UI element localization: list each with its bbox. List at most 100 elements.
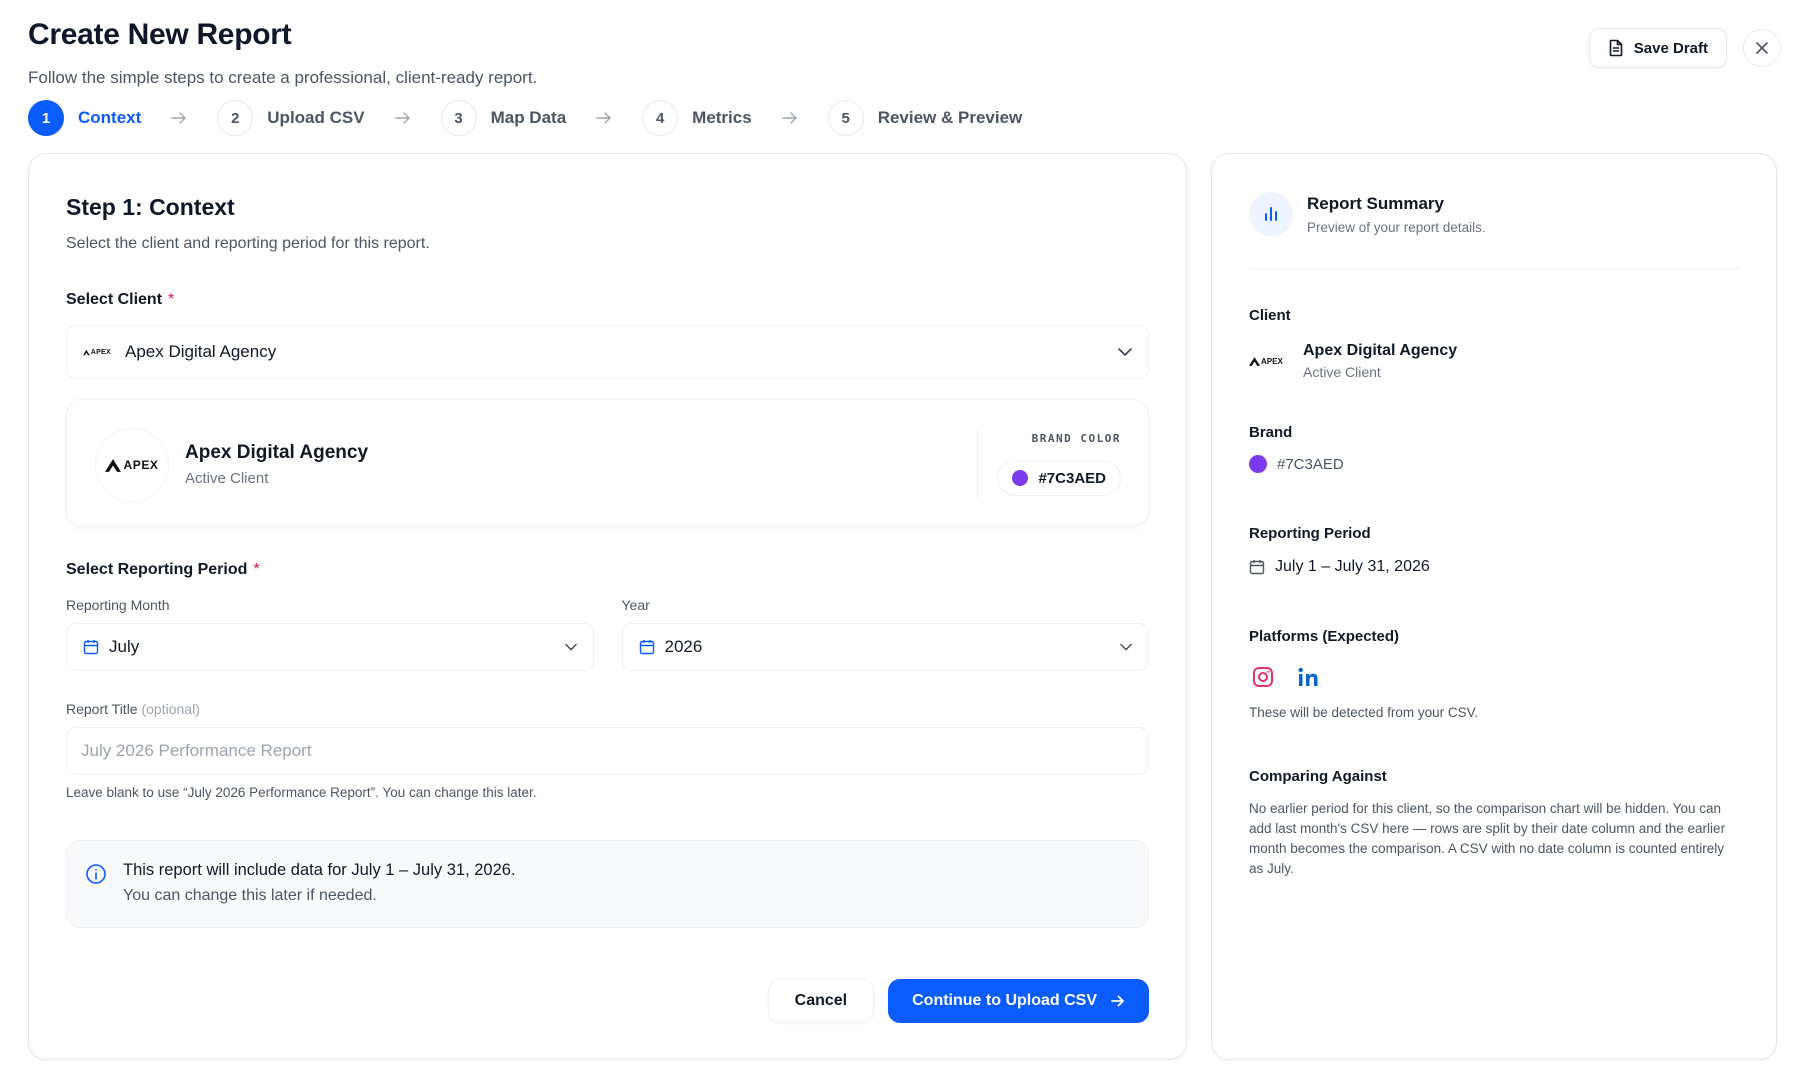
step-number: 5	[827, 100, 864, 136]
client-field-label: Select Client *	[66, 291, 1149, 309]
summary-brand-value: #7C3AED	[1277, 455, 1344, 473]
section-title: Step 1: Context	[66, 194, 235, 220]
month-select[interactable]: July	[66, 623, 594, 671]
logo-text: APEX	[1261, 356, 1283, 366]
save-draft-label: Save Draft	[1633, 39, 1708, 57]
section-subtitle: Select the client and reporting period f…	[66, 235, 430, 252]
client-status: Active Client	[185, 470, 269, 487]
client-name: Apex Digital Agency	[185, 442, 369, 463]
continue-button[interactable]: Continue to Upload CSV	[888, 979, 1149, 1023]
context-form: Step 1: Context Select the client and re…	[66, 194, 1149, 928]
year-value: 2026	[664, 637, 703, 656]
page-subtitle: Follow the simple steps to create a prof…	[28, 68, 538, 87]
step-number: 2	[217, 100, 254, 136]
select-client-label: Select Client	[66, 291, 163, 308]
page-title: Create New Report	[28, 18, 292, 51]
chevron-down-icon	[1118, 348, 1132, 356]
report-title-label: Report Title (optional)	[66, 701, 1149, 717]
summary-subtitle: Preview of your report details.	[1307, 219, 1486, 235]
bar-chart-icon	[1249, 192, 1293, 236]
year-label: Year	[621, 597, 650, 613]
chevron-down-icon	[1120, 643, 1132, 651]
arrow-right-icon	[596, 112, 612, 124]
summary-platforms-section: Platforms (Expected) These will be detec…	[1249, 628, 1739, 720]
selected-client-card: APEX Apex Digital Agency Active Client B…	[66, 399, 1149, 527]
report-summary-card: Report Summary Preview of your report de…	[1211, 153, 1777, 1060]
calendar-icon	[83, 639, 99, 655]
close-button[interactable]	[1743, 29, 1781, 67]
brand-color-swatch	[1249, 455, 1267, 473]
summary-title: Report Summary	[1307, 193, 1444, 213]
month-label: Reporting Month	[66, 597, 170, 613]
platforms-hint: These will be detected from your CSV.	[1249, 705, 1479, 720]
brand-color-chip: #7C3AED	[997, 460, 1121, 496]
close-icon	[1755, 41, 1769, 55]
header-actions: Save Draft	[1588, 28, 1781, 68]
arrow-right-icon	[394, 112, 411, 124]
select-period-label: Select Reporting Period	[66, 561, 248, 578]
summary-client-section: Client APEX Apex Digital Agency Active C…	[1249, 307, 1739, 380]
step-map-data[interactable]: 3 Map Data	[440, 100, 567, 136]
step-review-preview[interactable]: 5 Review & Preview	[827, 100, 1023, 136]
instagram-icon	[1249, 663, 1277, 691]
context-card: Step 1: Context Select the client and re…	[28, 153, 1187, 1060]
continue-label: Continue to Upload CSV	[912, 992, 1097, 1009]
step-label: Upload CSV	[267, 108, 365, 127]
calendar-icon	[1249, 559, 1265, 575]
apex-logo-icon	[105, 458, 122, 472]
step-metrics[interactable]: 4 Metrics	[642, 100, 752, 136]
client-logo: APEX	[95, 428, 169, 502]
summary-header: Report Summary Preview of your report de…	[1249, 192, 1739, 269]
form-actions: Cancel Continue to Upload CSV	[767, 979, 1149, 1023]
linkedin-icon	[1295, 663, 1323, 691]
summary-brand-section: Brand #7C3AED	[1249, 424, 1739, 473]
brand-color-swatch	[1012, 470, 1029, 486]
month-value: July	[109, 637, 140, 656]
step-upload-csv[interactable]: 2 Upload CSV	[217, 100, 365, 136]
period-field-label: Select Reporting Period *	[66, 561, 1149, 579]
arrow-right-icon	[171, 112, 187, 124]
summary-period-section: Reporting Period July 1 – July 31, 2026	[1249, 525, 1739, 576]
client-select[interactable]: APEX Apex Digital Agency	[66, 325, 1149, 379]
summary-client-status: Active Client	[1303, 364, 1381, 380]
report-title-hint: Leave blank to use “July 2026 Performanc…	[66, 785, 537, 800]
summary-period-value: July 1 – July 31, 2026	[1275, 558, 1430, 575]
summary-platforms-label: Platforms (Expected)	[1249, 628, 1400, 645]
stepper: 1 Context 2 Upload CSV 3 Map Data 4 Metr…	[28, 100, 1022, 136]
summary-comparing-text: No earlier period for this client, so th…	[1249, 801, 1726, 876]
step-label: Context	[78, 108, 142, 127]
arrow-right-icon	[781, 112, 798, 124]
info-icon	[85, 863, 107, 885]
info-box: This report will include data for July 1…	[66, 840, 1149, 928]
client-select-value: Apex Digital Agency	[125, 342, 277, 361]
step-number: 4	[642, 100, 679, 136]
step-label: Review & Preview	[877, 108, 1023, 127]
report-title-input[interactable]	[66, 727, 1149, 775]
document-icon	[1608, 39, 1624, 57]
summary-brand: #7C3AED	[1249, 455, 1739, 473]
summary-comparing-section: Comparing Against No earlier period for …	[1249, 768, 1739, 879]
logo-text: APEX	[90, 348, 111, 356]
optional-tag: (optional)	[141, 701, 200, 717]
info-line-1: This report will include data for July 1…	[123, 861, 516, 879]
step-context[interactable]: 1 Context	[28, 100, 141, 136]
month-column: Reporting Month July	[66, 597, 594, 671]
step-label: Map Data	[490, 108, 567, 127]
required-mark: *	[253, 561, 260, 578]
step-number: 3	[440, 100, 477, 136]
info-line-2: You can change this later if needed.	[123, 887, 377, 904]
platform-list	[1249, 663, 1739, 691]
summary-period: July 1 – July 31, 2026	[1249, 558, 1739, 576]
chevron-down-icon	[564, 643, 577, 651]
summary-brand-label: Brand	[1249, 424, 1293, 441]
cancel-button[interactable]: Cancel	[767, 979, 875, 1023]
divider	[977, 430, 978, 498]
year-select[interactable]: 2026	[621, 623, 1149, 671]
summary-period-label: Reporting Period	[1249, 525, 1371, 542]
report-summary: Report Summary Preview of your report de…	[1249, 192, 1739, 879]
report-title-label-text: Report Title	[66, 701, 138, 717]
save-draft-button[interactable]: Save Draft	[1588, 28, 1727, 68]
brand-color-label: BRAND COLOR	[1031, 432, 1121, 445]
calendar-icon	[639, 639, 655, 655]
brand-color-value: #7C3AED	[1038, 469, 1106, 487]
